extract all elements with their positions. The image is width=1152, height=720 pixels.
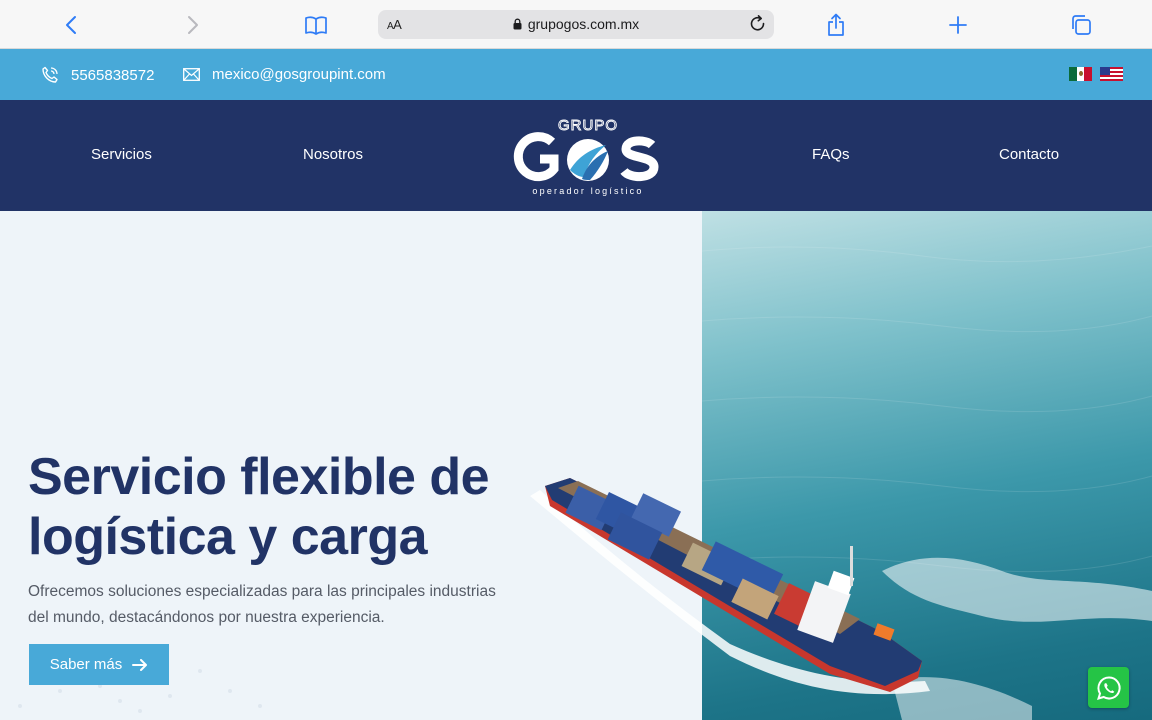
hero-subtitle: Ofrecemos soluciones especializadas para… bbox=[28, 583, 496, 626]
book-icon bbox=[305, 16, 327, 35]
phone-link[interactable]: 5565838572 bbox=[41, 66, 154, 84]
logo-top-text: GRUPO bbox=[558, 117, 618, 134]
logo-graphic: GRUPO operador logístico bbox=[513, 117, 659, 196]
grupo-gos-logo[interactable]: GRUPO operador logístico bbox=[512, 115, 664, 197]
tabs-icon bbox=[1072, 15, 1091, 35]
usa-flag[interactable] bbox=[1100, 67, 1123, 81]
main-navigation: Servicios Nosotros GRUPO operador logíst… bbox=[0, 100, 1152, 211]
hero-section: Servicio flexible de logística y carga O… bbox=[0, 211, 1152, 720]
plus-icon bbox=[949, 16, 967, 34]
nav-servicios[interactable]: Servicios bbox=[91, 146, 152, 163]
forward-button[interactable] bbox=[178, 10, 208, 40]
chevron-left-icon bbox=[66, 16, 76, 34]
cargo-ship-image bbox=[530, 478, 930, 695]
browser-toolbar: AA grupogos.com.mx bbox=[0, 0, 1152, 49]
phone-icon bbox=[41, 66, 59, 84]
contact-bar: 5565838572 mexico@gosgroupint.com bbox=[0, 49, 1152, 100]
whatsapp-button[interactable] bbox=[1088, 667, 1129, 708]
hero-title-line-2: logística y carga bbox=[28, 508, 428, 566]
address-bar[interactable]: AA grupogos.com.mx bbox=[378, 10, 774, 39]
hero-title: Servicio flexible de logística y carga bbox=[28, 447, 548, 567]
mexico-flag[interactable] bbox=[1069, 67, 1092, 81]
reload-icon[interactable] bbox=[748, 14, 768, 34]
nav-nosotros[interactable]: Nosotros bbox=[303, 146, 363, 163]
chevron-right-icon bbox=[188, 16, 198, 34]
cta-label: Saber más bbox=[49, 656, 123, 673]
arrow-right-icon bbox=[132, 658, 148, 671]
whatsapp-icon bbox=[1096, 675, 1121, 700]
email-address: mexico@gosgroupint.com bbox=[212, 66, 386, 83]
share-icon bbox=[828, 13, 844, 36]
back-button[interactable] bbox=[56, 10, 86, 40]
tabs-overview-button[interactable] bbox=[1066, 10, 1096, 40]
email-link[interactable]: mexico@gosgroupint.com bbox=[183, 66, 386, 83]
lock-icon bbox=[513, 18, 522, 30]
mail-icon bbox=[183, 68, 200, 81]
share-button[interactable] bbox=[821, 10, 851, 40]
saber-mas-button[interactable]: Saber más bbox=[29, 644, 169, 685]
logo-tagline: operador logístico bbox=[532, 186, 643, 196]
bookmarks-button[interactable] bbox=[301, 10, 331, 40]
nav-faqs[interactable]: FAQs bbox=[812, 146, 850, 163]
phone-number: 5565838572 bbox=[71, 66, 155, 84]
new-tab-button[interactable] bbox=[943, 10, 973, 40]
nav-contacto[interactable]: Contacto bbox=[999, 146, 1059, 163]
hero-title-line-1: Servicio flexible de bbox=[28, 448, 490, 506]
url-text: grupogos.com.mx bbox=[527, 16, 640, 32]
